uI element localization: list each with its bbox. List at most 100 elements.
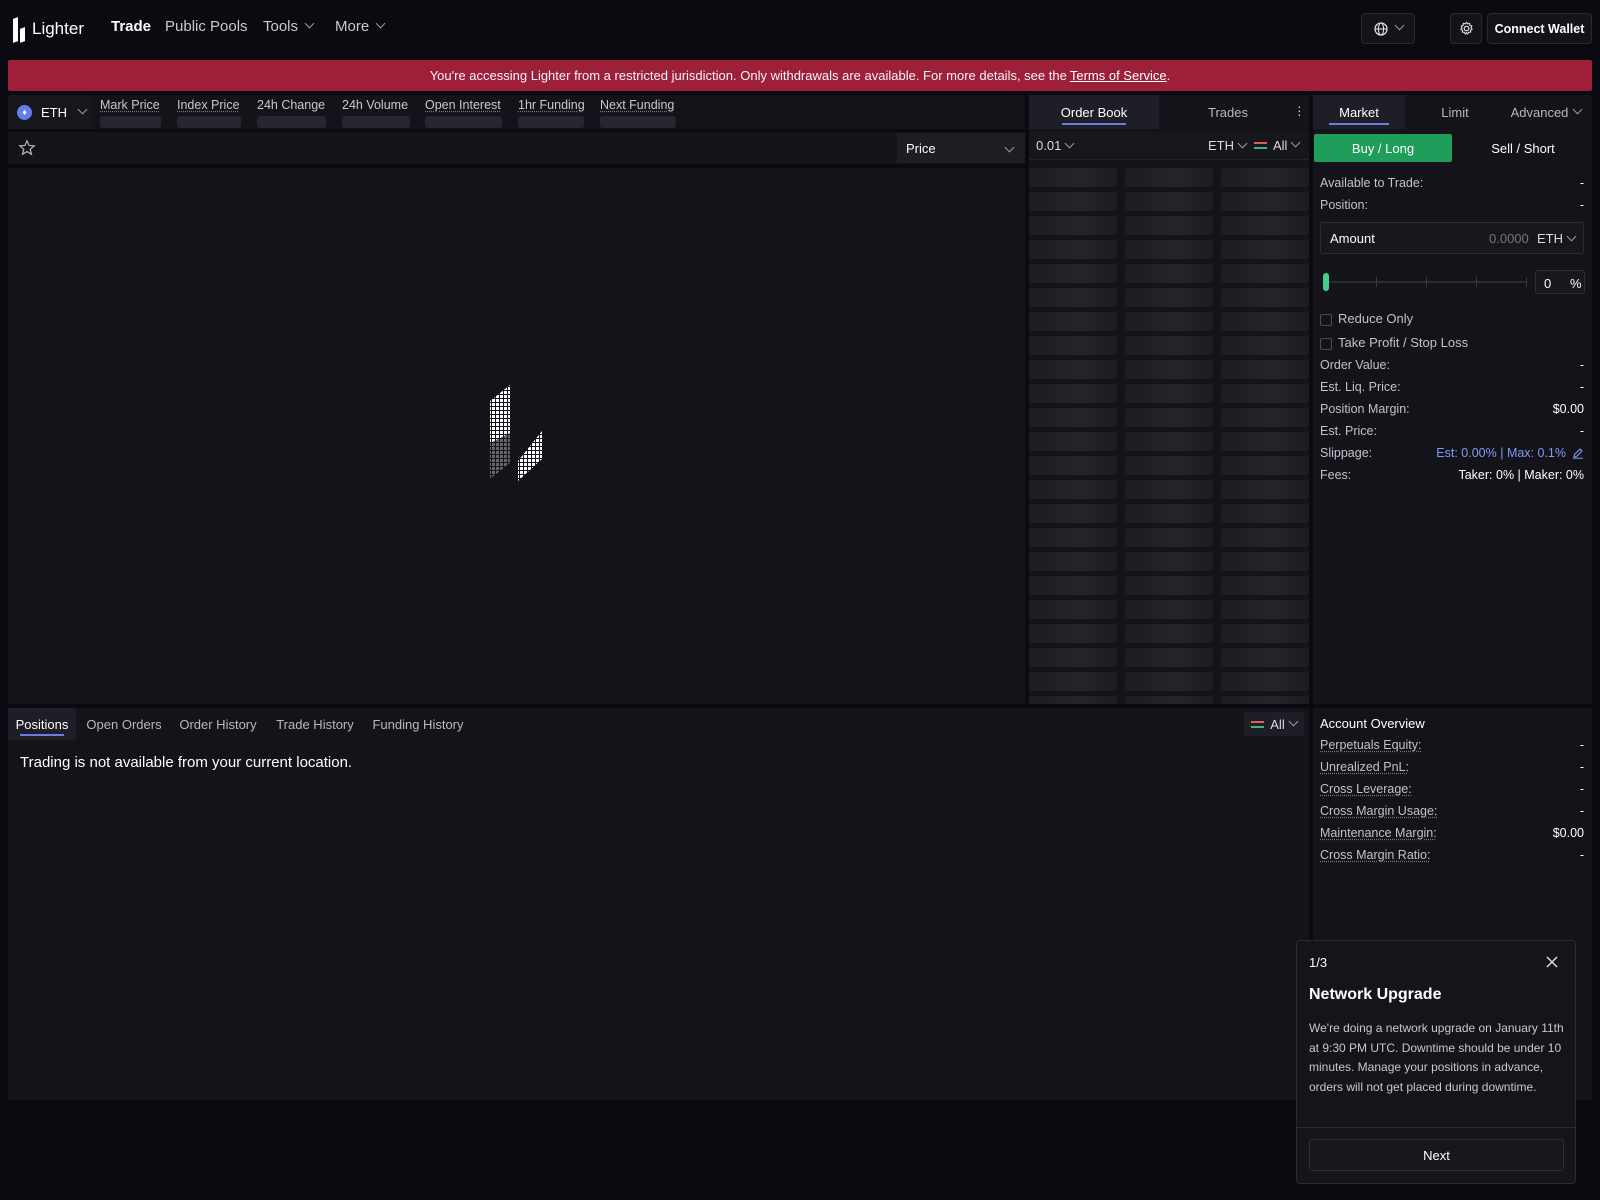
popup-next-button[interactable]: Next (1309, 1139, 1564, 1171)
tab-funding-history[interactable]: Funding History (367, 708, 469, 740)
tab-positions[interactable]: Positions (8, 708, 76, 740)
account-row-value: - (1579, 782, 1584, 796)
orderbook-skeleton-cell (1125, 504, 1213, 523)
terms-of-service-link[interactable]: Terms of Service (1070, 68, 1167, 83)
orderbook-skeleton-cell (1221, 288, 1309, 307)
account-row-label[interactable]: Perpetuals Equity: (1320, 738, 1421, 752)
form-row-value: - (1579, 424, 1584, 438)
bidask-filter-icon (1254, 142, 1267, 149)
amount-input[interactable]: Amount 0.0000 ETH (1320, 222, 1584, 254)
stat-skeleton (600, 116, 676, 128)
stat-next-funding: Next Funding (600, 98, 676, 128)
tick-size-select[interactable]: 0.01 (1036, 138, 1075, 153)
stat-24h-volume: 24h Volume (342, 98, 410, 128)
location-message: Trading is not available from your curre… (20, 754, 353, 771)
percent-input[interactable]: 0 % (1535, 270, 1585, 294)
tab-trades[interactable]: Trades (1163, 95, 1293, 129)
account-row-label[interactable]: Maintenance Margin: (1320, 826, 1437, 840)
slider-thumb[interactable] (1323, 273, 1329, 291)
tab-open-orders[interactable]: Open Orders (82, 708, 166, 740)
tab-trade-history[interactable]: Trade History (270, 708, 360, 740)
position-value: - (1579, 198, 1584, 212)
orderbook-unit-select[interactable]: ETH (1208, 138, 1248, 153)
logo[interactable]: Lighter (12, 16, 84, 43)
orderbook-skeleton-cell (1029, 552, 1117, 571)
account-row-label[interactable]: Cross Leverage: (1320, 782, 1412, 796)
account-row-value: $0.00 (1552, 826, 1584, 840)
form-row-label: Order Value: (1320, 358, 1390, 372)
account-row: Maintenance Margin: $0.00 (1320, 826, 1584, 840)
sell-short-button[interactable]: Sell / Short (1454, 134, 1592, 162)
orderbook-skeleton-cell (1125, 192, 1213, 211)
reduce-only-checkbox[interactable]: Reduce Only (1320, 311, 1413, 326)
form-row-value: - (1579, 358, 1584, 372)
stat-label[interactable]: Next Funding (600, 98, 676, 112)
price-chart[interactable] (8, 168, 1025, 704)
bidask-filter-icon (1251, 720, 1265, 728)
tab-market[interactable]: Market (1313, 95, 1405, 129)
nav-public-pools[interactable]: Public Pools (165, 18, 248, 35)
positions-filter-select[interactable]: All (1244, 712, 1304, 736)
tab-order-history[interactable]: Order History (174, 708, 262, 740)
banner-text: You're accessing Lighter from a restrict… (429, 68, 1067, 83)
fees-label: Fees: (1320, 468, 1352, 482)
orderbook-skeleton-cell (1221, 384, 1309, 403)
price-type-select[interactable]: Price (897, 133, 1025, 163)
account-row: Cross Leverage: - (1320, 782, 1584, 796)
stat-label[interactable]: Open Interest (425, 98, 502, 112)
connect-wallet-button[interactable]: Connect Wallet (1487, 13, 1592, 44)
chevron-down-icon (1566, 231, 1577, 242)
form-row-value: $0.00 (1552, 402, 1584, 416)
edit-icon[interactable] (1572, 447, 1584, 459)
amount-unit-select[interactable]: ETH (1537, 231, 1577, 246)
close-icon[interactable] (1546, 956, 1558, 968)
tab-advanced[interactable]: Advanced (1500, 95, 1592, 129)
orderbook-skeleton-cell (1125, 360, 1213, 379)
orderbook-skeleton-cell (1125, 432, 1213, 451)
buy-long-button[interactable]: Buy / Long (1314, 134, 1452, 162)
account-row-label[interactable]: Cross Margin Ratio: (1320, 848, 1430, 862)
stat-label[interactable]: Mark Price (100, 98, 161, 112)
account-overview-title: Account Overview (1320, 716, 1425, 731)
orderbook-skeleton-cell (1029, 168, 1117, 187)
orderbook-skeleton-cell (1029, 360, 1117, 379)
orderbook-skeleton-cell (1125, 576, 1213, 595)
account-row-label[interactable]: Cross Margin Usage: (1320, 804, 1437, 818)
tab-label: Positions (15, 716, 69, 732)
star-icon[interactable] (18, 139, 36, 157)
est-price-row: Est. Price: - (1320, 424, 1584, 438)
nav-tools[interactable]: Tools (263, 18, 315, 35)
stat-label[interactable]: 1hr Funding (518, 98, 585, 112)
orderbook-skeleton-cell (1125, 168, 1213, 187)
amount-slider[interactable] (1320, 271, 1530, 293)
stat-label[interactable]: Index Price (177, 98, 241, 112)
tab-order-book[interactable]: Order Book (1029, 95, 1159, 129)
orderbook-skeleton-cell (1125, 312, 1213, 331)
network-upgrade-popup: 1/3 Network Upgrade We're doing a networ… (1296, 940, 1576, 1184)
orderbook-skeleton-cell (1221, 432, 1309, 451)
orderbook-skeleton-cell (1125, 240, 1213, 259)
nav-more[interactable]: More (335, 18, 386, 35)
market-selector[interactable]: ♦ ETH (8, 95, 91, 129)
orderbook-filter-select[interactable]: All (1254, 137, 1301, 153)
tab-limit[interactable]: Limit (1409, 95, 1501, 129)
settings-button[interactable] (1450, 13, 1482, 44)
tpsl-checkbox[interactable]: Take Profit / Stop Loss (1320, 335, 1468, 350)
language-button[interactable] (1361, 13, 1415, 44)
amount-unit: ETH (1537, 231, 1563, 246)
restricted-banner: You're accessing Lighter from a restrict… (8, 60, 1592, 91)
more-options-icon[interactable]: · · · (1297, 99, 1302, 121)
orderbook-skeleton-cell (1221, 600, 1309, 619)
nav-trade[interactable]: Trade (111, 18, 151, 35)
stat-skeleton (100, 116, 161, 128)
account-row-label[interactable]: Unrealized PnL: (1320, 760, 1409, 774)
stat-index-price: Index Price (177, 98, 241, 128)
orderbook-skeleton-cell (1029, 336, 1117, 355)
logo-text: Lighter (32, 19, 84, 38)
nav-more-label: More (335, 18, 370, 35)
orderbook-skeleton-cell (1125, 336, 1213, 355)
orderbook-skeleton-cell (1221, 480, 1309, 499)
tab-label: Advanced (1510, 104, 1569, 120)
orderbook-skeleton-cell (1221, 504, 1309, 523)
banner-suffix: . (1166, 68, 1171, 83)
